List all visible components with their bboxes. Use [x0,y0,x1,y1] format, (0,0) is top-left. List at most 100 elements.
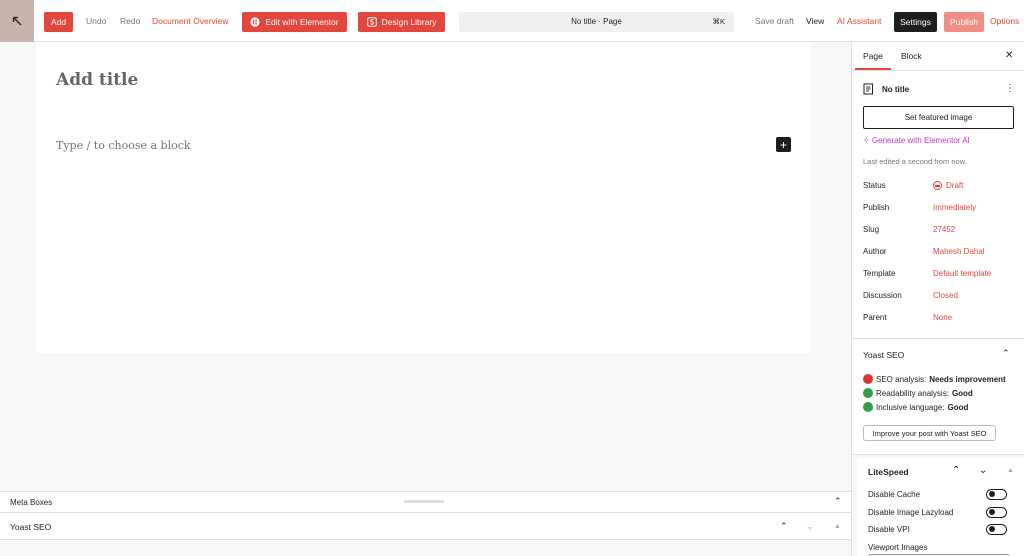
chevron-up-icon[interactable]: ⌃ [952,465,960,476]
generate-ai-label: Generate with Elementor AI [871,136,970,145]
edit-with-elementor-button[interactable]: Edit with Elementor [242,12,347,32]
command-palette-title: No title · Page [571,17,622,26]
undo-button[interactable]: Undo [86,16,106,26]
slug-row: Slug 27452 [863,225,1023,237]
seo-analysis-value: Needs improvement [929,374,1006,384]
seo-analysis-label: SEO analysis: [876,374,927,384]
page-icon [863,83,873,95]
author-key: Author [863,247,887,256]
tab-block[interactable]: Block [901,51,922,61]
close-icon[interactable]: ✕ [1005,50,1013,61]
set-featured-image-button[interactable]: Set featured image [863,106,1014,129]
parent-key: Parent [863,313,887,322]
disable-cache-label: Disable Cache [868,490,921,499]
parent-value[interactable]: None [933,313,952,322]
add-block-plus-icon[interactable]: + [776,137,791,152]
redo-button[interactable]: Redo [120,16,140,26]
meta-boxes-bar: Meta Boxes ⌃ [0,491,851,512]
chevron-up-icon[interactable]: ⌃ [780,521,788,532]
command-palette[interactable]: No title · Page ⌘K [459,12,734,32]
readability-label: Readability analysis: [876,388,949,398]
post-title-input[interactable]: Add title [56,70,138,90]
litespeed-title: LiteSpeed [868,467,909,477]
design-library-label: Design Library [381,17,437,27]
disable-vpi-toggle[interactable] [986,524,1007,535]
chevron-down-icon[interactable]: ⌄ [806,521,814,532]
inclusive-language-value: Good [947,402,969,412]
status-key: Status [863,181,886,190]
options-button[interactable]: Options [990,16,1019,26]
settings-button[interactable]: Settings [894,12,937,32]
publish-key: Publish [863,203,890,212]
author-value[interactable]: Mahesh Dahal [933,247,985,256]
editor-canvas: Add title Type / to choose a block + [36,42,811,353]
document-title: No title [882,85,910,94]
sad-face-icon [863,374,873,384]
back-to-dashboard-button[interactable] [0,0,34,42]
add-block-button[interactable]: Add [44,12,73,32]
document-overview-button[interactable]: Document Overview [152,16,229,26]
discussion-key: Discussion [863,291,902,300]
active-tab-indicator [855,68,891,70]
resize-handle[interactable] [404,500,444,503]
yoast-panel-title: Yoast SEO [863,350,905,360]
status-value[interactable]: Draft [933,181,963,190]
settings-sidebar: Page Block ✕ No title ⋮ Set featured ima… [851,42,1024,556]
sparkle-icon: ✧ [863,136,870,145]
more-vertical-icon[interactable]: ⋮ [1005,83,1015,94]
template-key: Template [863,269,896,278]
chevron-up-icon[interactable]: ⌃ [1002,348,1010,359]
document-summary: No title ⋮ [863,83,1015,97]
design-library-button[interactable]: Design Library [358,12,445,32]
publish-value[interactable]: Immediately [933,203,976,212]
yoast-seo-panel: Yoast SEO ⌃ SEO analysis: Needs improvem… [852,338,1024,454]
yoast-meta-box: Yoast SEO ⌃ ⌄ ▲ [0,512,851,540]
yoast-meta-box-label: Yoast SEO [10,522,52,532]
arrow-up-left-icon [12,16,22,26]
viewport-images-label: Viewport Images [868,543,928,552]
save-draft-button[interactable]: Save draft [755,16,794,26]
disable-vpi-label: Disable VPI [868,525,910,534]
command-shortcut: ⌘K [712,17,725,26]
readability-row: Readability analysis: Good [863,388,973,398]
readability-value: Good [951,388,973,398]
triangle-up-icon[interactable]: ▲ [1007,467,1014,474]
generate-with-elementor-ai-link[interactable]: ✧ Generate with Elementor AI [863,136,970,145]
meta-boxes-label: Meta Boxes [10,498,53,507]
improve-post-yoast-button[interactable]: Improve your post with Yoast SEO [863,425,996,441]
status-row: Status Draft [863,181,1023,193]
status-value-label: Draft [946,181,964,190]
ai-assistant-button[interactable]: AI Assistant [837,16,881,26]
triangle-up-icon[interactable]: ▲ [834,523,841,530]
block-appender[interactable]: Type / to choose a block [56,139,191,152]
disable-lazyload-label: Disable Image Lazyload [868,508,954,517]
chevron-down-icon[interactable]: ⌄ [979,465,987,476]
disable-cache-toggle[interactable] [986,489,1007,500]
disable-lazyload-toggle[interactable] [986,507,1007,518]
template-value[interactable]: Default template [933,269,991,278]
top-toolbar: Add Undo Redo Document Overview Edit wit… [0,0,1024,42]
slug-key: Slug [863,225,880,234]
elementor-icon [250,17,260,27]
smile-face-icon [863,402,873,412]
tab-page[interactable]: Page [863,51,883,61]
discussion-row: Discussion Closed [863,291,1023,303]
publish-row: Publish Immediately [863,203,1023,215]
author-row: Author Mahesh Dahal [863,247,1023,259]
litespeed-panel-body: LiteSpeed ⌃ ⌄ ▲ Disable Cache Disable Im… [857,458,1024,556]
view-button[interactable]: View [806,16,824,26]
seo-analysis-row: SEO analysis: Needs improvement [863,374,1006,384]
draft-status-icon [933,181,942,190]
discussion-value[interactable]: Closed [933,291,958,300]
last-edited-text: Last edited a second from now. [863,157,967,166]
slug-value[interactable]: 27452 [933,225,955,234]
smile-face-icon [863,388,873,398]
library-icon [366,17,377,27]
edit-with-elementor-label: Edit with Elementor [265,17,339,27]
litespeed-panel: LiteSpeed ⌃ ⌄ ▲ Disable Cache Disable Im… [852,454,1024,556]
inclusive-language-label: Inclusive language: [876,402,945,412]
template-row: Template Default template [863,269,1023,281]
chevron-up-icon[interactable]: ⌃ [834,496,842,507]
sidebar-tabs: Page Block ✕ [852,42,1024,71]
publish-button[interactable]: Publish [944,12,984,32]
